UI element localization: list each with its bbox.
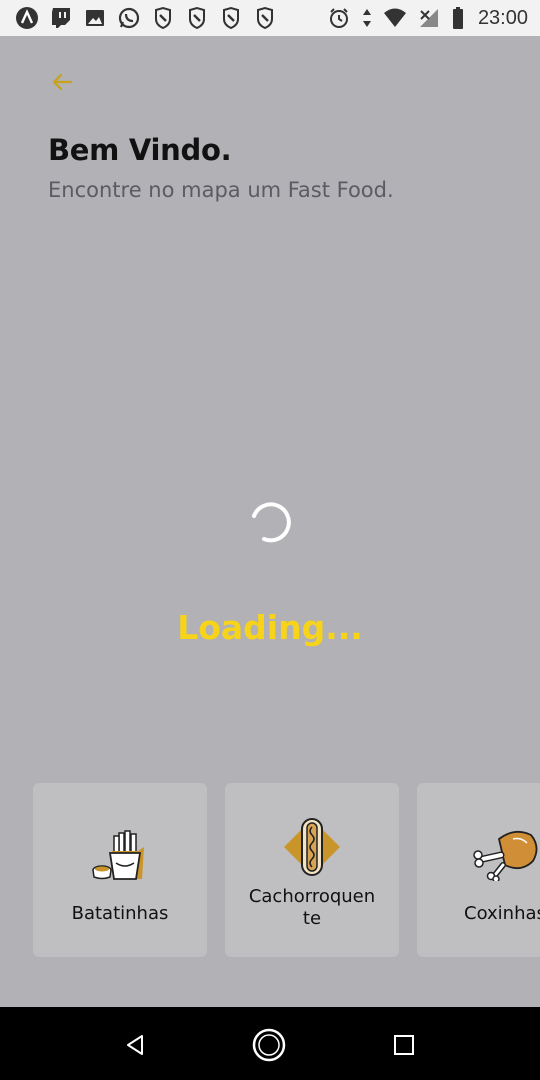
nav-home-button[interactable] [249,1025,289,1065]
drumstick-icon [473,830,538,881]
loading-spinner [252,502,291,543]
status-system: 23:00 [326,5,528,31]
status-notifications [14,5,278,31]
tag-icon [252,5,278,31]
nav-home-icon [252,1028,286,1062]
fries-icon [92,830,144,880]
nav-back-button[interactable] [115,1025,155,1065]
wifi-icon [382,5,408,31]
category-list[interactable]: Batatinhas Cachorroquen te Coxinhas [33,783,540,957]
battery-icon [450,5,466,31]
navigation-bar [0,1007,540,1080]
nav-recents-icon [394,1035,414,1055]
nav-recents-button[interactable] [384,1025,424,1065]
status-time: 23:00 [477,6,528,29]
signal-off-icon [416,5,442,31]
category-label-line1: Cachorroquen [248,886,376,907]
category-card-cachorroquente[interactable]: Cachorroquen te [225,783,399,957]
loading-text: Loading... [177,608,363,647]
category-label: Coxinhas [464,903,540,924]
hotdog-icon [284,818,340,876]
app-screen: 23:00 Bem Vindo. Encontre no mapa um Fas… [0,0,540,1080]
back-button[interactable] [44,64,80,100]
tag-icon [150,5,176,31]
page-title: Bem Vindo. [48,133,232,167]
data-arrows-icon [360,5,374,31]
category-card-batatinhas[interactable]: Batatinhas [33,783,207,957]
tag-icon [218,5,244,31]
category-card-coxinhas[interactable]: Coxinhas [417,783,540,957]
tag-icon [184,5,210,31]
page-subtitle: Encontre no mapa um Fast Food. [48,178,394,202]
app-a-icon [14,5,40,31]
image-icon [82,5,108,31]
alarm-icon [326,5,352,31]
twitch-icon [48,5,74,31]
category-label-line2: te [302,908,322,929]
whatsapp-icon [116,5,142,31]
category-label: Batatinhas [71,903,169,924]
status-bar: 23:00 [0,0,540,36]
nav-back-icon [127,1035,143,1055]
arrow-left-icon [52,73,73,91]
